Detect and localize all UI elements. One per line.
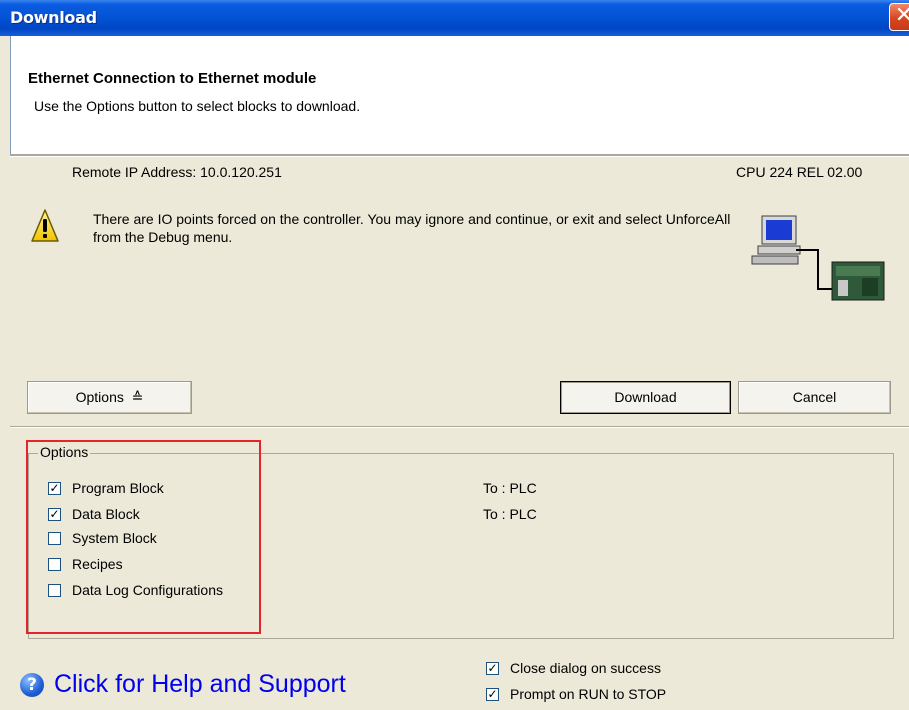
option-label: Prompt on RUN to STOP <box>510 686 667 702</box>
data-block-target: To : PLC <box>483 506 537 522</box>
pc-plc-connection-icon <box>750 214 890 307</box>
prompt-run-to-stop-checkbox[interactable]: ✓ <box>486 688 499 701</box>
option-label: Close dialog on success <box>510 660 661 676</box>
option-label: System Block <box>72 530 157 546</box>
data-log-configurations-checkbox[interactable] <box>48 584 61 597</box>
option-label: Program Block <box>72 480 164 496</box>
options-legend: Options <box>38 444 91 460</box>
option-label: Data Block <box>72 506 140 522</box>
header-title: Ethernet Connection to Ethernet module <box>28 70 317 87</box>
window-title: Download <box>10 8 97 27</box>
remote-ip-address: Remote IP Address: 10.0.120.251 <box>72 164 282 180</box>
download-button[interactable]: Download <box>560 381 731 414</box>
close-button[interactable]: ✕ <box>889 3 909 31</box>
close-icon: ✕ <box>894 3 909 28</box>
system-block-checkbox[interactable] <box>48 532 61 545</box>
cpu-info: CPU 224 REL 02.00 <box>736 164 863 180</box>
header-divider <box>10 154 909 157</box>
collapse-arrow-icon: ≙ <box>131 389 144 405</box>
help-icon[interactable]: ? <box>20 673 44 697</box>
recipes-checkbox[interactable] <box>48 558 61 571</box>
data-block-checkbox[interactable]: ✓ <box>48 508 61 521</box>
warning-icon <box>30 208 60 247</box>
header-subtitle: Use the Options button to select blocks … <box>34 98 361 114</box>
dialog-header <box>10 36 909 154</box>
options-button-label: Options <box>75 389 124 405</box>
warning-message: There are IO points forced on the contro… <box>93 211 731 245</box>
options-toggle-button[interactable]: Options ≙ <box>27 381 192 414</box>
section-divider <box>10 426 909 428</box>
program-block-target: To : PLC <box>483 480 537 496</box>
option-label: Data Log Configurations <box>72 582 223 598</box>
program-block-checkbox[interactable]: ✓ <box>48 482 61 495</box>
title-bar <box>0 0 909 36</box>
help-support-link[interactable]: Click for Help and Support <box>54 670 346 699</box>
close-on-success-checkbox[interactable]: ✓ <box>486 662 499 675</box>
option-label: Recipes <box>72 556 123 572</box>
cancel-button[interactable]: Cancel <box>738 381 891 414</box>
